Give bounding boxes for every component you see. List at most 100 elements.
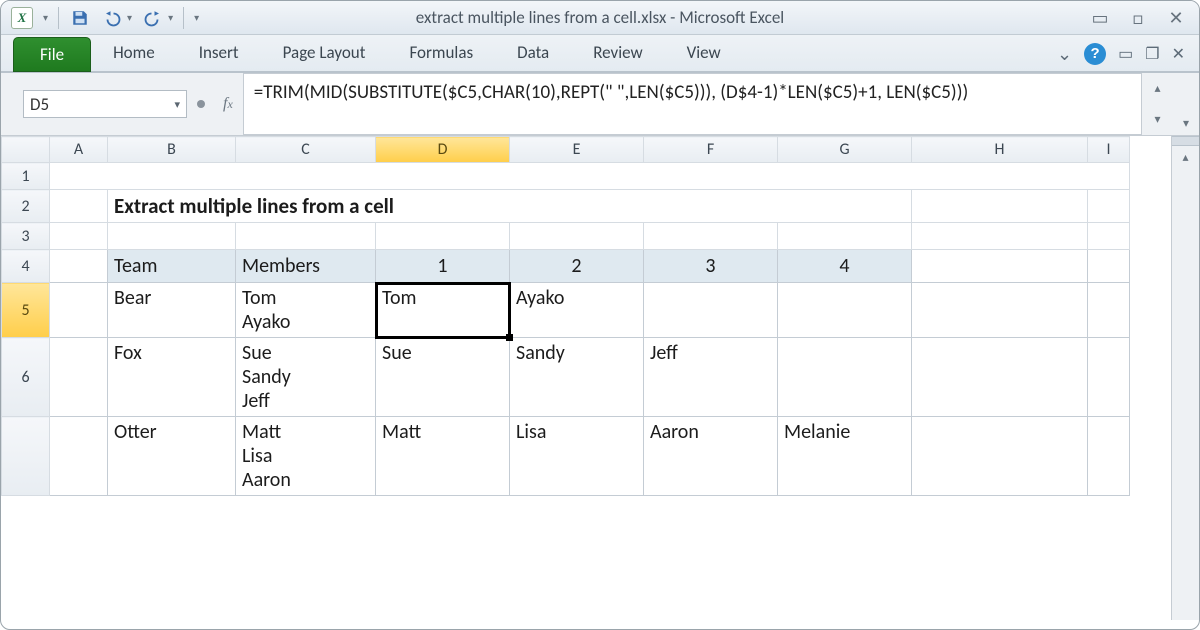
ribbon-minimize-icon[interactable]: ⌄ <box>1057 43 1072 65</box>
fx-icon[interactable]: fx <box>223 73 243 135</box>
col-header[interactable]: B <box>108 137 236 163</box>
col-header[interactable]: I <box>1088 137 1130 163</box>
cell[interactable] <box>1088 250 1130 283</box>
cell[interactable] <box>1088 190 1130 223</box>
formula-scroll-down-icon[interactable]: ▾ <box>1142 104 1173 135</box>
excel-logo[interactable]: X <box>11 7 33 29</box>
cell[interactable]: Tom Ayako <box>236 283 376 338</box>
cell[interactable] <box>1088 223 1130 250</box>
formula-input[interactable]: =TRIM(MID(SUBSTITUTE($C5,CHAR(10),REPT("… <box>243 73 1141 135</box>
cell[interactable] <box>50 338 108 417</box>
qat-customize-icon[interactable]: ▾ <box>194 11 199 24</box>
cell[interactable] <box>1088 417 1130 496</box>
select-all-corner[interactable] <box>2 137 50 163</box>
cell[interactable] <box>1088 338 1130 417</box>
redo-icon[interactable] <box>142 7 164 29</box>
cell[interactable] <box>778 283 912 338</box>
row-header[interactable]: 6 <box>2 338 50 417</box>
workbook-close-icon[interactable]: ✕ <box>1172 44 1185 64</box>
cell[interactable] <box>912 223 1088 250</box>
split-handle[interactable] <box>1172 136 1199 146</box>
undo-icon[interactable] <box>101 7 123 29</box>
cell[interactable] <box>912 250 1088 283</box>
cell[interactable]: Aaron <box>644 417 778 496</box>
workbook-restore-icon[interactable]: ❐ <box>1145 44 1159 64</box>
col-header[interactable]: A <box>50 137 108 163</box>
name-box-dropdown-icon[interactable]: ▾ <box>174 98 180 111</box>
qat-dropdown-icon[interactable]: ▾ <box>43 11 48 24</box>
help-icon[interactable]: ? <box>1084 43 1106 65</box>
scroll-up-icon[interactable]: ▴ <box>1172 146 1199 168</box>
cell[interactable]: Fox <box>108 338 236 417</box>
undo-dropdown-icon[interactable]: ▾ <box>127 11 132 24</box>
row-header-active[interactable]: 5 <box>2 283 50 338</box>
cell[interactable] <box>50 417 108 496</box>
col-header[interactable]: E <box>510 137 644 163</box>
file-tab[interactable]: File <box>13 37 91 72</box>
row-header[interactable]: 3 <box>2 223 50 250</box>
cell[interactable] <box>510 223 644 250</box>
cell[interactable] <box>912 190 1088 223</box>
cell[interactable]: Otter <box>108 417 236 496</box>
selected-cell[interactable]: Tom <box>376 283 510 338</box>
cell-title[interactable]: Extract multiple lines from a cell <box>108 190 912 223</box>
formula-bar-expand-icon[interactable]: ▾ <box>1173 73 1199 135</box>
worksheet-grid[interactable]: A B C D E F G H I 1 2 <box>1 136 1171 620</box>
cell[interactable] <box>912 338 1088 417</box>
scroll-track[interactable] <box>1172 168 1199 620</box>
tab-page-layout[interactable]: Page Layout <box>261 34 388 71</box>
col-header[interactable]: C <box>236 137 376 163</box>
workbook-minimize-icon[interactable]: ▭ <box>1118 44 1133 64</box>
tab-formulas[interactable]: Formulas <box>387 34 495 71</box>
cell[interactable]: 4 <box>778 250 912 283</box>
cell[interactable]: Melanie <box>778 417 912 496</box>
tab-review[interactable]: Review <box>571 34 664 71</box>
cell[interactable] <box>50 223 108 250</box>
formula-scroll-up-icon[interactable]: ▴ <box>1142 73 1173 104</box>
cell[interactable] <box>644 223 778 250</box>
cell[interactable] <box>1088 283 1130 338</box>
name-box[interactable]: D5 ▾ <box>23 90 187 118</box>
cell[interactable]: Ayako <box>510 283 644 338</box>
tab-insert[interactable]: Insert <box>177 34 261 71</box>
tab-home[interactable]: Home <box>91 34 177 71</box>
cell[interactable] <box>376 223 510 250</box>
maximize-icon[interactable]: □ <box>1127 7 1149 29</box>
cell[interactable] <box>50 190 108 223</box>
cell[interactable] <box>108 223 236 250</box>
col-header[interactable]: F <box>644 137 778 163</box>
cell[interactable] <box>50 283 108 338</box>
cell[interactable] <box>912 283 1088 338</box>
col-header[interactable]: H <box>912 137 1088 163</box>
cell[interactable] <box>50 250 108 283</box>
col-header-active[interactable]: D <box>376 137 510 163</box>
cell[interactable]: Jeff <box>644 338 778 417</box>
cell[interactable] <box>644 283 778 338</box>
close-icon[interactable]: ✕ <box>1165 7 1187 29</box>
cell[interactable]: Matt <box>376 417 510 496</box>
row-header[interactable]: 1 <box>2 163 50 190</box>
cell[interactable] <box>50 163 1130 190</box>
cell[interactable]: Lisa <box>510 417 644 496</box>
col-header[interactable]: G <box>778 137 912 163</box>
cell[interactable]: 3 <box>644 250 778 283</box>
redo-dropdown-icon[interactable]: ▾ <box>168 11 173 24</box>
minimize-icon[interactable]: ▭ <box>1089 7 1111 29</box>
cell[interactable] <box>912 417 1088 496</box>
cell[interactable]: 2 <box>510 250 644 283</box>
cell[interactable]: Sue <box>376 338 510 417</box>
tab-view[interactable]: View <box>665 34 743 71</box>
cell[interactable] <box>778 223 912 250</box>
row-header[interactable]: 2 <box>2 190 50 223</box>
cell[interactable]: Bear <box>108 283 236 338</box>
cell[interactable]: Sandy <box>510 338 644 417</box>
cell[interactable]: Members <box>236 250 376 283</box>
vertical-scrollbar[interactable]: ▴ <box>1171 136 1199 620</box>
cell[interactable] <box>778 338 912 417</box>
cell[interactable]: Team <box>108 250 236 283</box>
name-box-handle[interactable] <box>197 100 205 108</box>
cell[interactable]: Matt Lisa Aaron <box>236 417 376 496</box>
row-header[interactable]: 4 <box>2 250 50 283</box>
cell[interactable]: 1 <box>376 250 510 283</box>
tab-data[interactable]: Data <box>495 34 571 71</box>
